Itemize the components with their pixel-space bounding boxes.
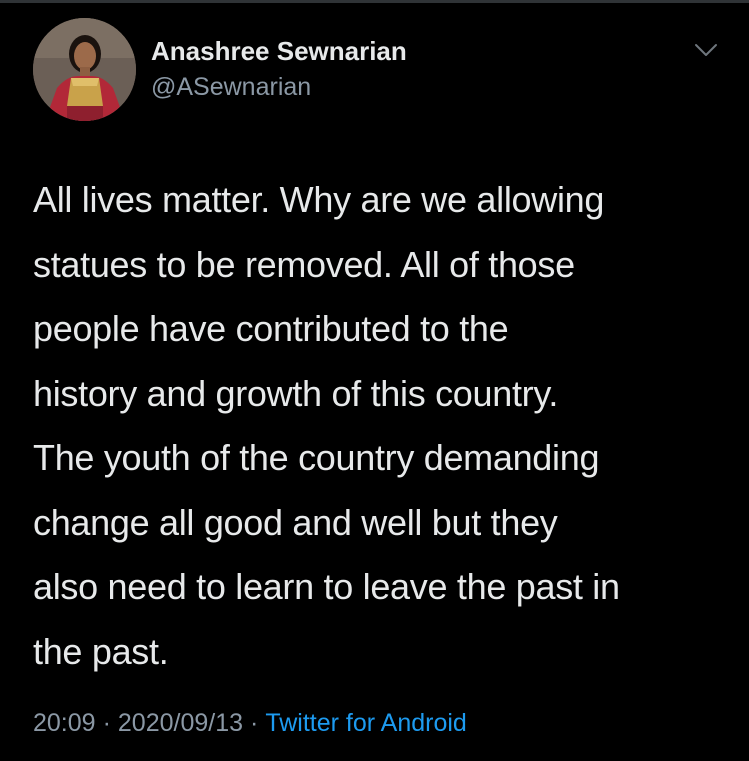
meta-separator: · xyxy=(102,709,111,737)
tweet-meta: 20:09 · 2020/09/13 · Twitter for Android xyxy=(33,709,467,738)
tweet-text: All lives matter. Why are we allowing st… xyxy=(33,179,620,672)
tweet-source-link[interactable]: Twitter for Android xyxy=(265,709,466,737)
avatar[interactable] xyxy=(33,18,136,121)
author-handle[interactable]: @ASewnarian xyxy=(151,73,311,102)
profile-photo xyxy=(33,18,136,121)
meta-separator: · xyxy=(250,709,259,737)
author-display-name[interactable]: Anashree Sewnarian xyxy=(151,36,407,67)
chevron-down-icon[interactable] xyxy=(691,37,721,61)
top-divider xyxy=(0,0,749,3)
tweet-time[interactable]: 20:09 xyxy=(33,709,96,737)
tweet-date[interactable]: 2020/09/13 xyxy=(118,709,243,737)
